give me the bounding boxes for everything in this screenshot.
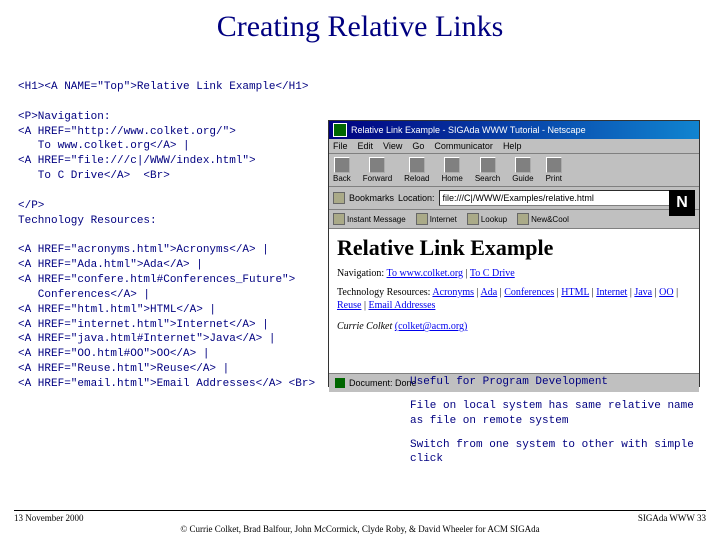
toolbar-button[interactable]: Search: [475, 157, 500, 183]
search-icon: [480, 157, 496, 173]
note-3: Switch from one system to other with sim…: [410, 438, 700, 467]
footer-date: 13 November 2000: [14, 513, 84, 523]
toolbar-button[interactable]: Back: [333, 157, 351, 183]
bookmark-icon: [467, 213, 479, 225]
forward-icon: [369, 157, 385, 173]
menu-item[interactable]: View: [383, 141, 402, 151]
bookmark-icon: [333, 213, 345, 225]
page-content: Relative Link Example Navigation: To www…: [329, 229, 699, 373]
tech-link[interactable]: Internet: [596, 287, 627, 298]
personal-toolbar[interactable]: Instant Message Internet Lookup New&Cool: [329, 210, 699, 229]
home-icon: [444, 157, 460, 173]
nav-link[interactable]: To www.colket.org: [387, 268, 464, 279]
menu-bar[interactable]: File Edit View Go Communicator Help: [329, 139, 699, 154]
bookmark-icon: [517, 213, 529, 225]
window-title-text: Relative Link Example - SIGAda WWW Tutor…: [351, 125, 586, 135]
bookmark-icon: [416, 213, 428, 225]
guide-icon: [515, 157, 531, 173]
tech-link[interactable]: Reuse: [337, 300, 361, 311]
status-icon: [335, 378, 345, 388]
toolbar-button[interactable]: Reload: [404, 157, 429, 183]
toolbar-button[interactable]: Forward: [363, 157, 392, 183]
tech-line: Technology Resources: Acronyms | Ada | C…: [337, 286, 691, 312]
personal-toolbar-item[interactable]: Lookup: [467, 213, 507, 225]
back-icon: [334, 157, 350, 173]
slide-title: Creating Relative Links: [0, 0, 720, 44]
location-label: Location:: [398, 193, 435, 203]
personal-toolbar-item[interactable]: New&Cool: [517, 213, 569, 225]
slide-footer: 13 November 2000 SIGAda WWW 33 © Currie …: [14, 510, 706, 534]
menu-item[interactable]: File: [333, 141, 348, 151]
print-icon: [546, 157, 562, 173]
personal-toolbar-item[interactable]: Instant Message: [333, 213, 406, 225]
toolbar-button[interactable]: Print: [546, 157, 562, 183]
netscape-logo-icon: N: [669, 190, 695, 216]
tech-link[interactable]: Acronyms: [432, 287, 474, 298]
footer-copyright: © Currie Colket, Brad Balfour, John McCo…: [14, 524, 706, 534]
toolbar-button[interactable]: Home: [442, 157, 463, 183]
bullet-notes: Useful for Program Development File on l…: [410, 375, 700, 476]
email-link[interactable]: (colket@acm.org): [395, 321, 468, 332]
menu-item[interactable]: Communicator: [434, 141, 493, 151]
page-heading: Relative Link Example: [337, 235, 691, 261]
menu-item[interactable]: Edit: [358, 141, 374, 151]
location-input[interactable]: file:///C|/WWW/Examples/relative.html: [439, 190, 695, 206]
tech-link[interactable]: OO: [659, 287, 673, 298]
tech-link[interactable]: HTML: [561, 287, 589, 298]
tech-link[interactable]: Email Addresses: [368, 300, 435, 311]
personal-toolbar-item[interactable]: Internet: [416, 213, 457, 225]
netscape-window: Relative Link Example - SIGAda WWW Tutor…: [328, 120, 700, 387]
bookmarks-icon[interactable]: [333, 192, 345, 204]
status-text: Document: Done: [349, 378, 417, 388]
note-1: Useful for Program Development: [410, 375, 700, 389]
bookmarks-label[interactable]: Bookmarks: [349, 193, 394, 203]
reload-icon: [409, 157, 425, 173]
location-bar: Bookmarks Location: file:///C|/WWW/Examp…: [329, 187, 699, 210]
note-2: File on local system has same relative n…: [410, 399, 700, 428]
app-icon: [333, 123, 347, 137]
menu-item[interactable]: Go: [412, 141, 424, 151]
author-line: Currie Colket (colket@acm.org): [337, 320, 691, 333]
toolbar[interactable]: Back Forward Reload Home Search Guide Print: [329, 154, 699, 187]
nav-line: Navigation: To www.colket.org | To C Dri…: [337, 267, 691, 280]
menu-item[interactable]: Help: [503, 141, 522, 151]
tech-link[interactable]: Java: [634, 287, 652, 298]
tech-link[interactable]: Ada: [481, 287, 498, 298]
footer-page: SIGAda WWW 33: [638, 513, 706, 523]
window-titlebar: Relative Link Example - SIGAda WWW Tutor…: [329, 121, 699, 139]
tech-link[interactable]: Conferences: [504, 287, 554, 298]
toolbar-button[interactable]: Guide: [512, 157, 533, 183]
nav-link[interactable]: To C Drive: [470, 268, 515, 279]
